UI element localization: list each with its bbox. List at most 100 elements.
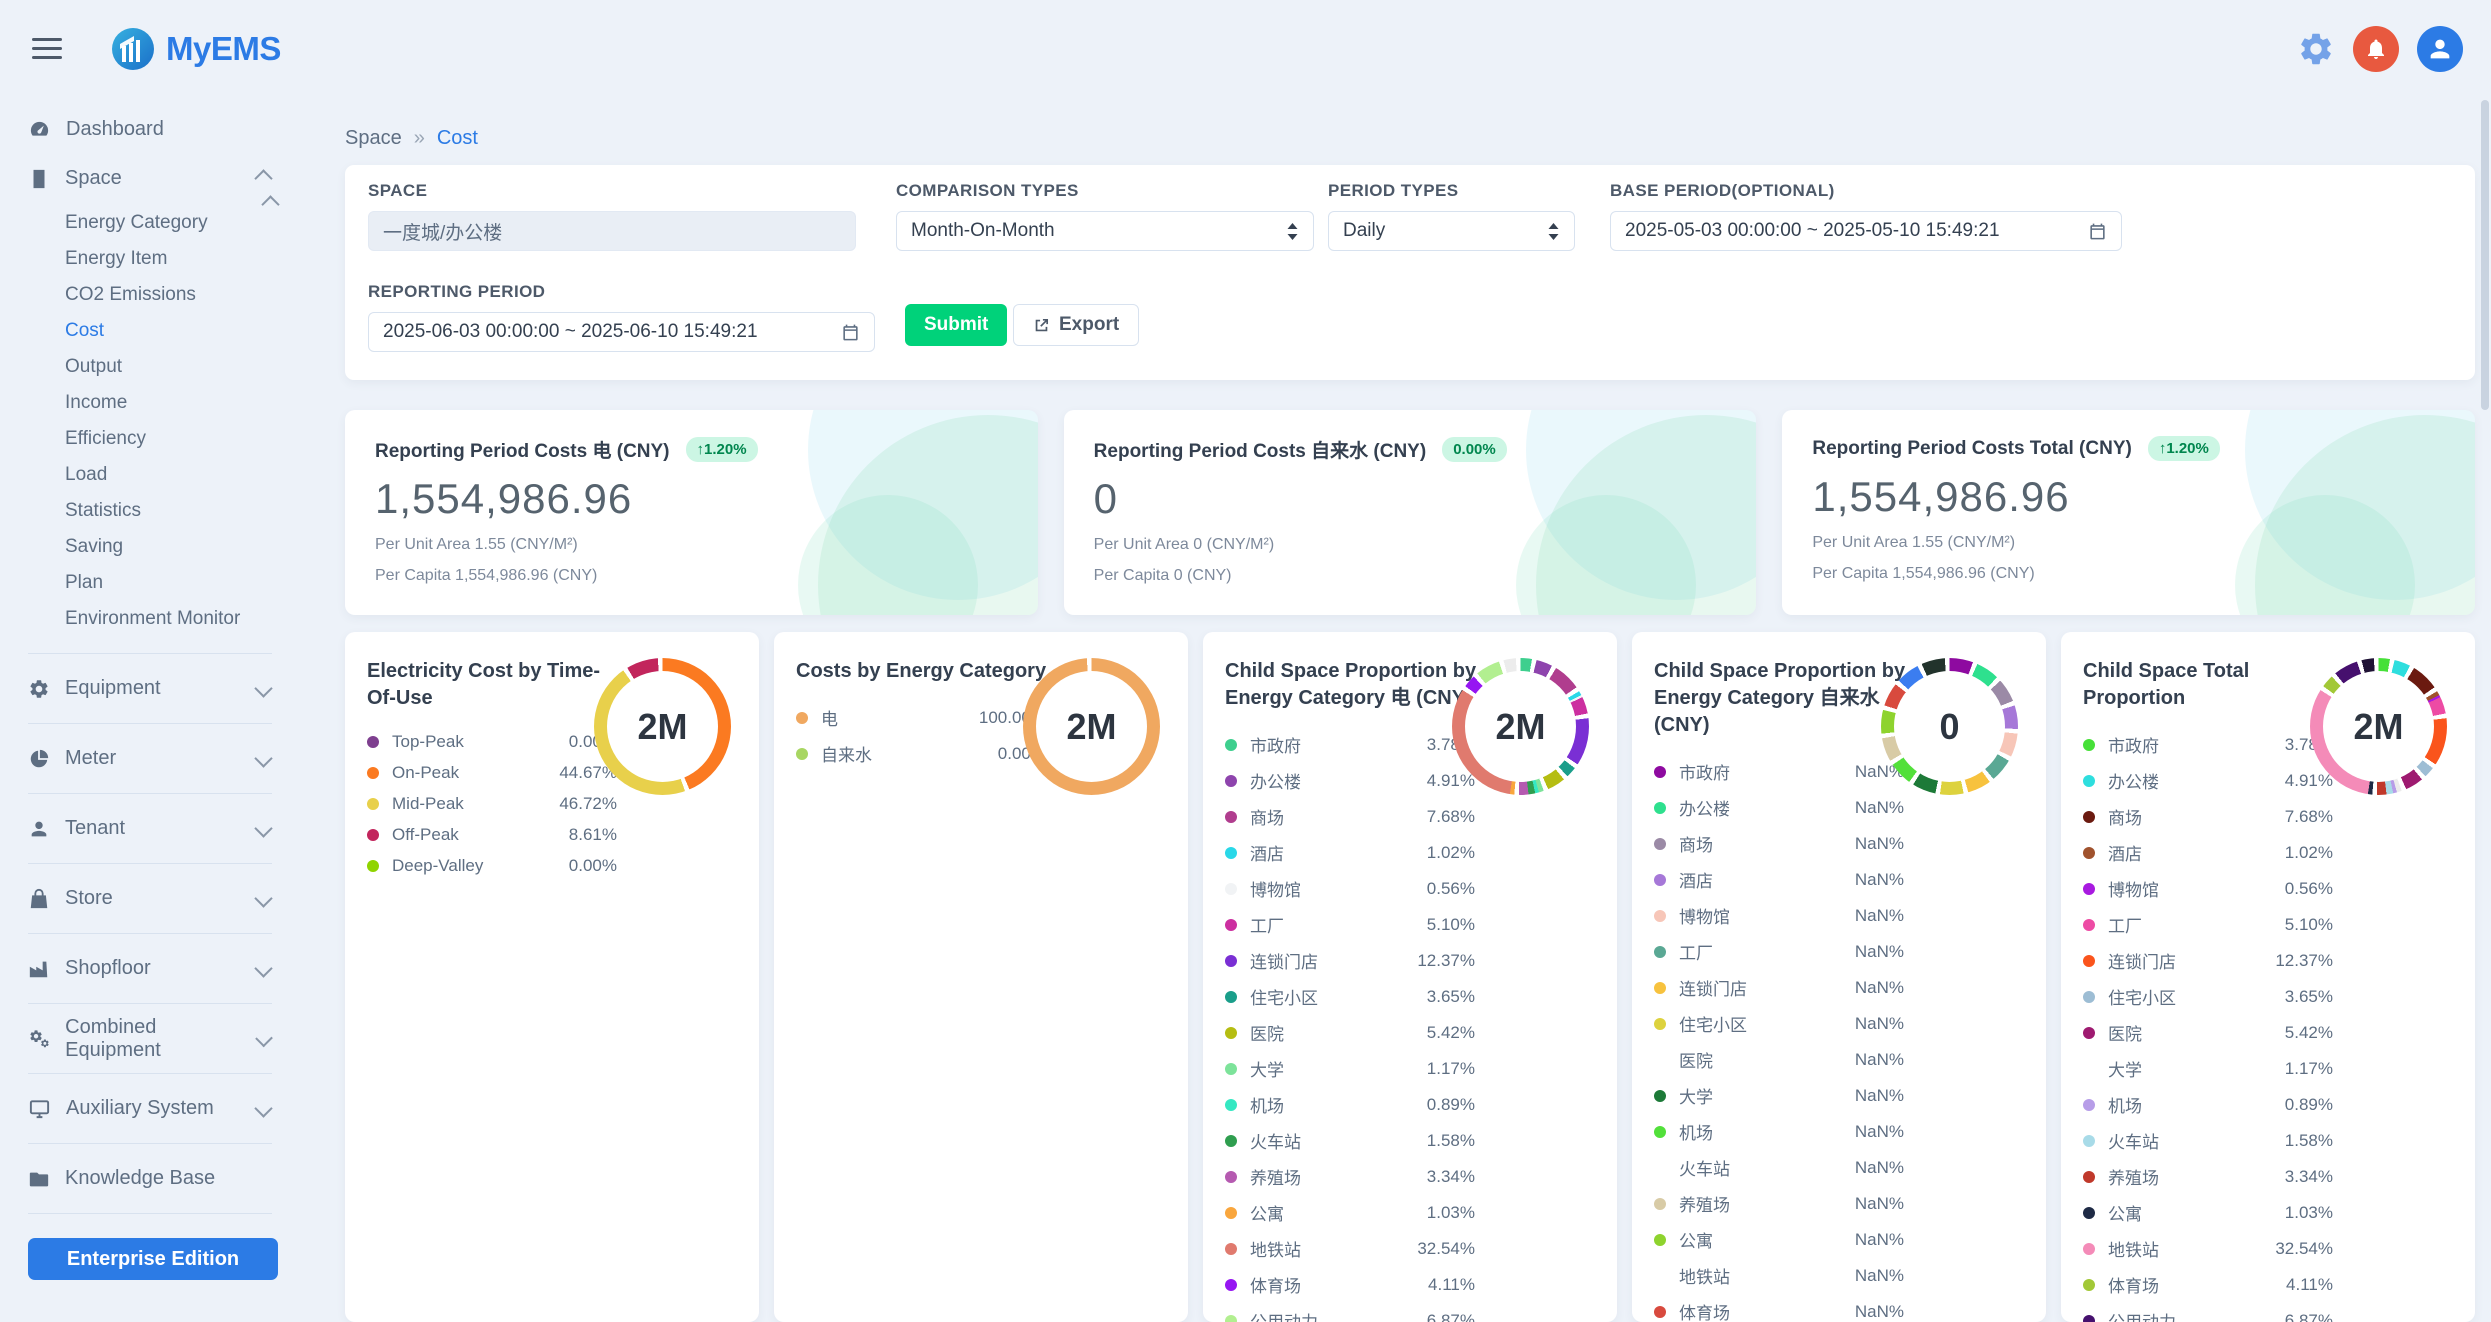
- sidebar-item-store[interactable]: Store: [28, 874, 300, 923]
- legend-item[interactable]: 市政府3.78%: [1225, 732, 1475, 757]
- reporting-period-input[interactable]: 2025-06-03 00:00:00 ~ 2025-06-10 15:49:2…: [368, 312, 875, 352]
- legend-item[interactable]: 博物馆0.56%: [2083, 876, 2333, 901]
- legend-item[interactable]: 住宅小区3.65%: [2083, 984, 2333, 1009]
- donut-chart[interactable]: 2M: [594, 658, 731, 795]
- sidebar-item-tenant[interactable]: Tenant: [28, 804, 300, 853]
- donut-chart[interactable]: 2M: [2310, 658, 2447, 795]
- legend-item[interactable]: 商场NaN%: [1654, 831, 1904, 856]
- hamburger-menu-icon[interactable]: [28, 34, 66, 63]
- legend-item[interactable]: 养殖场3.34%: [1225, 1164, 1475, 1189]
- sidebar-item-output[interactable]: Output: [65, 349, 300, 385]
- legend-item[interactable]: 地铁站32.54%: [1225, 1236, 1475, 1261]
- legend-item[interactable]: 机场0.89%: [2083, 1092, 2333, 1117]
- legend-item[interactable]: 工厂5.10%: [1225, 912, 1475, 937]
- period-types-select[interactable]: Daily: [1328, 211, 1575, 251]
- legend-item[interactable]: Top-Peak0.00%: [367, 732, 617, 752]
- sidebar-item-space[interactable]: Space: [28, 154, 300, 203]
- sidebar-item-efficiency[interactable]: Efficiency: [65, 421, 300, 457]
- donut-chart[interactable]: 0: [1881, 658, 2018, 795]
- legend-item[interactable]: 火车站NaN%: [1654, 1155, 1904, 1180]
- legend-item[interactable]: 连锁门店12.37%: [1225, 948, 1475, 973]
- legend-item[interactable]: 公寓1.03%: [1225, 1200, 1475, 1225]
- settings-gear-icon[interactable]: [2297, 30, 2335, 68]
- sidebar-item-combined-equipment[interactable]: Combined Equipment: [28, 1014, 300, 1063]
- legend-item[interactable]: 公寓NaN%: [1654, 1227, 1904, 1252]
- legend-item[interactable]: 市政府NaN%: [1654, 759, 1904, 784]
- legend-item[interactable]: 养殖场NaN%: [1654, 1191, 1904, 1216]
- legend-item[interactable]: 公用动力6.87%: [1225, 1308, 1475, 1322]
- legend-item[interactable]: 博物馆NaN%: [1654, 903, 1904, 928]
- page-scrollbar-thumb[interactable]: [2481, 100, 2489, 410]
- legend-item[interactable]: 工厂5.10%: [2083, 912, 2333, 937]
- comparison-types-select[interactable]: Month-On-Month: [896, 211, 1314, 251]
- legend-item[interactable]: 博物馆0.56%: [1225, 876, 1475, 901]
- legend-item[interactable]: 商场7.68%: [1225, 804, 1475, 829]
- legend-item[interactable]: 养殖场3.34%: [2083, 1164, 2333, 1189]
- sidebar-item-shopfloor[interactable]: Shopfloor: [28, 944, 300, 993]
- submit-button[interactable]: Submit: [905, 304, 1007, 346]
- sidebar-item-plan[interactable]: Plan: [65, 565, 300, 601]
- sidebar-item-saving[interactable]: Saving: [65, 529, 300, 565]
- sidebar-item-load[interactable]: Load: [65, 457, 300, 493]
- sidebar-item-equipment[interactable]: Equipment: [28, 664, 300, 713]
- legend-item[interactable]: 大学1.17%: [2083, 1056, 2333, 1081]
- legend-item[interactable]: 大学NaN%: [1654, 1083, 1904, 1108]
- legend-item[interactable]: 酒店1.02%: [1225, 840, 1475, 865]
- legend-value: 46.72%: [559, 794, 617, 814]
- donut-chart[interactable]: 2M: [1023, 658, 1160, 795]
- legend-item[interactable]: 连锁门店12.37%: [2083, 948, 2333, 973]
- sidebar-item-cost-active[interactable]: Cost: [65, 313, 300, 349]
- legend-item[interactable]: 连锁门店NaN%: [1654, 975, 1904, 1000]
- legend-item[interactable]: 自来水0.00%: [796, 741, 1046, 766]
- legend-item[interactable]: Deep-Valley0.00%: [367, 856, 617, 876]
- user-avatar[interactable]: [2417, 26, 2463, 72]
- legend-item[interactable]: 医院5.42%: [2083, 1020, 2333, 1045]
- brand-logo[interactable]: MyEMS: [110, 26, 281, 72]
- notifications-bell-icon[interactable]: [2353, 26, 2399, 72]
- legend-item[interactable]: 酒店NaN%: [1654, 867, 1904, 892]
- base-period-input[interactable]: 2025-05-03 00:00:00 ~ 2025-05-10 15:49:2…: [1610, 211, 2122, 251]
- legend-item[interactable]: Off-Peak8.61%: [367, 825, 617, 845]
- legend-item[interactable]: 办公楼NaN%: [1654, 795, 1904, 820]
- legend-item[interactable]: 地铁站32.54%: [2083, 1236, 2333, 1261]
- legend-item[interactable]: 住宅小区3.65%: [1225, 984, 1475, 1009]
- legend-item[interactable]: 大学1.17%: [1225, 1056, 1475, 1081]
- sidebar-item-environment-monitor[interactable]: Environment Monitor: [65, 601, 300, 637]
- legend-item[interactable]: 工厂NaN%: [1654, 939, 1904, 964]
- sidebar-item-co2-emissions[interactable]: CO2 Emissions: [65, 277, 300, 313]
- enterprise-edition-button[interactable]: Enterprise Edition: [28, 1238, 278, 1280]
- legend-item[interactable]: 火车站1.58%: [1225, 1128, 1475, 1153]
- export-button[interactable]: Export: [1013, 304, 1139, 346]
- sidebar-item-knowledge-base[interactable]: Knowledge Base: [28, 1154, 300, 1203]
- legend-item[interactable]: 办公楼4.91%: [1225, 768, 1475, 793]
- sidebar-item-auxiliary-system[interactable]: Auxiliary System: [28, 1084, 300, 1133]
- legend-item[interactable]: Mid-Peak46.72%: [367, 794, 617, 814]
- legend-item[interactable]: 住宅小区NaN%: [1654, 1011, 1904, 1036]
- breadcrumb-space-link[interactable]: Space: [345, 127, 402, 150]
- legend-item[interactable]: 机场NaN%: [1654, 1119, 1904, 1144]
- legend-item[interactable]: 地铁站NaN%: [1654, 1263, 1904, 1288]
- legend-item[interactable]: 市政府3.78%: [2083, 732, 2333, 757]
- legend-item[interactable]: 体育场NaN%: [1654, 1299, 1904, 1322]
- sidebar-item-energy-item[interactable]: Energy Item: [65, 241, 300, 277]
- sidebar-item-meter[interactable]: Meter: [28, 734, 300, 783]
- sidebar-item-statistics[interactable]: Statistics: [65, 493, 300, 529]
- space-input[interactable]: 一度城/办公楼: [368, 211, 856, 251]
- legend-item[interactable]: 酒店1.02%: [2083, 840, 2333, 865]
- legend-item[interactable]: On-Peak44.67%: [367, 763, 617, 783]
- legend-item[interactable]: 医院NaN%: [1654, 1047, 1904, 1072]
- sidebar-collapse-caret-icon[interactable]: [264, 198, 277, 216]
- sidebar-item-dashboard[interactable]: Dashboard: [28, 105, 300, 154]
- donut-chart[interactable]: 2M: [1452, 658, 1589, 795]
- legend-item[interactable]: 公寓1.03%: [2083, 1200, 2333, 1225]
- legend-item[interactable]: 电100.00%: [796, 705, 1046, 730]
- sidebar-item-income[interactable]: Income: [65, 385, 300, 421]
- legend-item[interactable]: 火车站1.58%: [2083, 1128, 2333, 1153]
- legend-item[interactable]: 体育场4.11%: [1225, 1272, 1475, 1297]
- legend-item[interactable]: 医院5.42%: [1225, 1020, 1475, 1045]
- legend-item[interactable]: 公用动力6.87%: [2083, 1308, 2333, 1322]
- legend-item[interactable]: 商场7.68%: [2083, 804, 2333, 829]
- legend-item[interactable]: 办公楼4.91%: [2083, 768, 2333, 793]
- legend-item[interactable]: 体育场4.11%: [2083, 1272, 2333, 1297]
- legend-item[interactable]: 机场0.89%: [1225, 1092, 1475, 1117]
